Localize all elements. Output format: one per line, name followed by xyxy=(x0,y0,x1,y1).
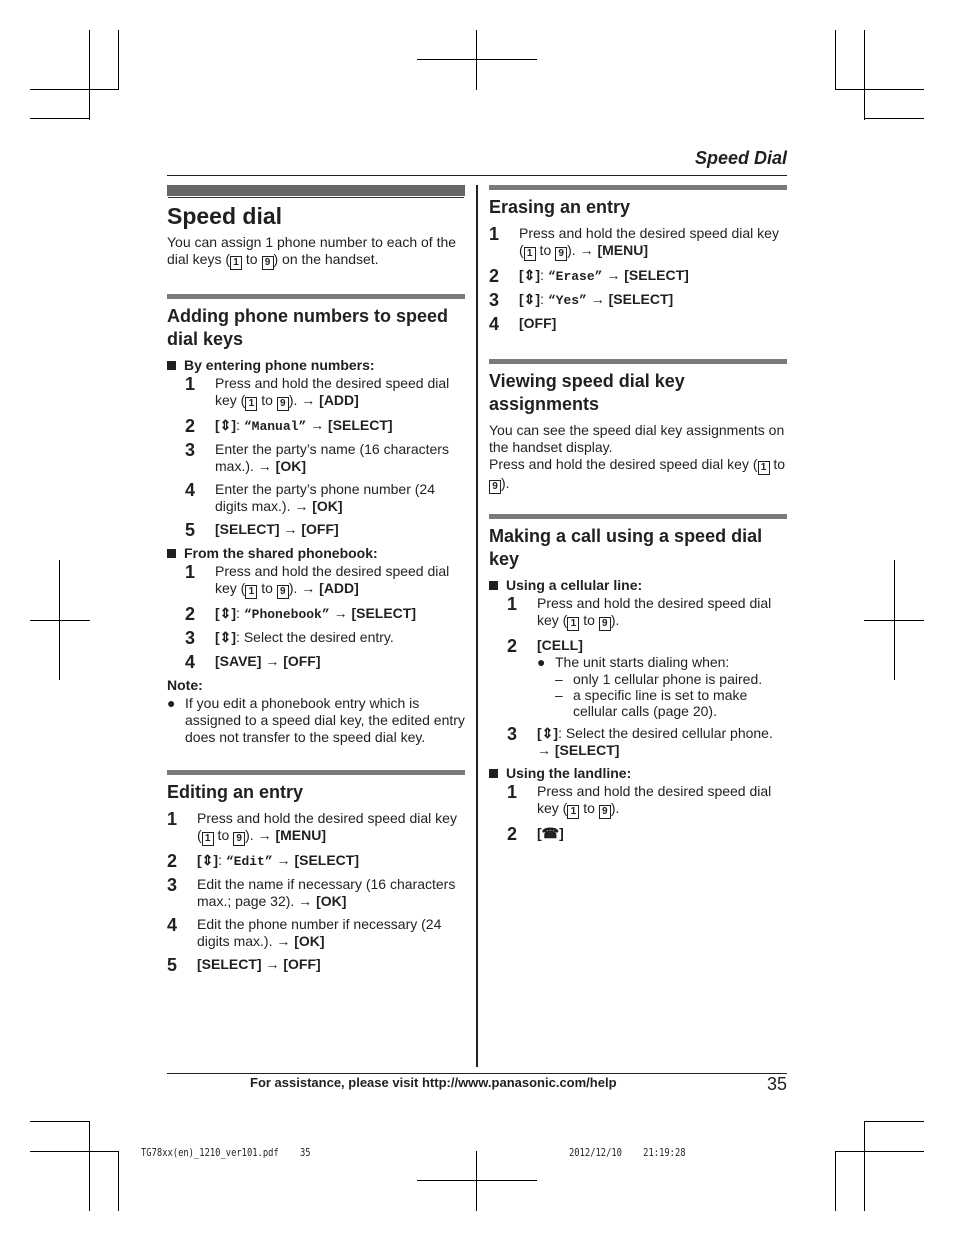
talk-key-icon: [☎] xyxy=(537,825,564,841)
crop-mark xyxy=(89,30,90,120)
crop-mark xyxy=(835,30,836,90)
section-bar xyxy=(167,294,465,299)
column-divider xyxy=(476,185,478,1067)
subheading-landline: Using the landline: xyxy=(489,765,787,781)
crop-mark xyxy=(476,30,477,90)
section-bar xyxy=(489,359,787,364)
subheading-phonebook: From the shared phonebook: xyxy=(167,545,465,561)
page-number: 35 xyxy=(766,1074,787,1094)
step: 2 [☎] xyxy=(507,824,564,844)
crop-mark xyxy=(417,1180,537,1181)
intro-text: You can assign 1 phone number to each of… xyxy=(167,234,457,270)
crop-mark xyxy=(417,59,537,60)
step: 2 [⇕]: “Edit” → [SELECT] xyxy=(167,851,359,871)
editing-heading: Editing an entry xyxy=(167,782,304,802)
step: 4 Edit the phone number if necessary (24 … xyxy=(167,915,442,949)
making-call-heading: Making a call using a speed dial key xyxy=(489,526,763,569)
step: 1 Press and hold the desired speed dial k… xyxy=(185,374,450,411)
step: 2 [⇕]: “Phonebook” → [SELECT] xyxy=(185,604,417,624)
footer-help: For assistance, please visit http://www.… xyxy=(250,1075,617,1090)
subheading-entering: By entering phone numbers: xyxy=(167,357,465,373)
section-bar xyxy=(489,514,787,519)
dash-item: – a specific line is set to make cellular… xyxy=(555,687,748,719)
crop-mark xyxy=(864,1121,865,1211)
bullet: ● The unit starts dialing when: xyxy=(537,654,730,670)
footer-rule xyxy=(167,1073,787,1074)
step: 4 [SAVE] → [OFF] xyxy=(185,652,321,672)
step: 1 Press and hold the desired speed dial k… xyxy=(507,782,772,819)
crop-mark xyxy=(30,620,90,621)
note-bullet: ● If you edit a phonebook entry which is … xyxy=(167,695,465,745)
crop-mark xyxy=(835,1151,924,1152)
step: 3 Edit the name if necessary (16 characte… xyxy=(167,875,456,909)
erasing-heading: Erasing an entry xyxy=(489,197,631,217)
step: 2 [CELL] ● The unit starts dialing when: –… xyxy=(507,637,787,719)
crop-mark xyxy=(30,89,119,90)
dash-item: – only 1 cellular phone is paired. xyxy=(555,671,763,687)
crop-mark xyxy=(30,118,89,119)
header-rule xyxy=(167,175,787,176)
step: 5 [SELECT] → [OFF] xyxy=(185,520,339,540)
step: 3 Enter the party’s name (16 characters m… xyxy=(185,440,449,474)
step: 1 Press and hold the desired speed dial k… xyxy=(185,562,450,599)
step: 1 Press and hold the desired speed dial k… xyxy=(507,594,772,631)
step: 4 [OFF] xyxy=(489,314,557,334)
slug-date: 2012/12/10 21:19:28 xyxy=(569,1146,686,1159)
step: 3 [⇕]: Select the desired cellular phone.… xyxy=(507,724,773,758)
left-column: Speed dial You can assign 1 phone number… xyxy=(167,185,465,980)
crop-mark xyxy=(864,1121,924,1122)
crop-mark xyxy=(30,1151,119,1152)
crop-mark xyxy=(118,1151,119,1211)
section-bar xyxy=(489,185,787,190)
adding-heading: Adding phone numbers to speed dial keys xyxy=(167,306,449,349)
crop-mark xyxy=(864,620,924,621)
crop-mark xyxy=(30,1121,89,1122)
step: 1 Press and hold the desired speed dial k… xyxy=(167,809,457,846)
crop-mark xyxy=(864,118,924,119)
step: 4 Enter the party’s phone number (24 digi… xyxy=(185,480,435,514)
section-bar xyxy=(167,770,465,775)
crop-mark xyxy=(835,1151,836,1211)
step: 5 [SELECT] → [OFF] xyxy=(167,955,321,975)
page-title: Speed dial xyxy=(167,203,283,229)
right-column: Erasing an entry 1 Press and hold the des… xyxy=(489,185,787,849)
step: 3 [⇕]: Select the desired entry. xyxy=(185,628,394,648)
viewing-text-2: Press and hold the desired speed dial ke… xyxy=(489,456,786,494)
step: 1 Press and hold the desired speed dial k… xyxy=(489,224,779,261)
viewing-text: You can see the speed dial key assignmen… xyxy=(489,422,785,455)
crop-mark xyxy=(476,1151,477,1211)
section-header: Speed Dial xyxy=(694,148,787,168)
slug-file: TG78xx(en)_1210_ver101.pdf 35 xyxy=(141,1146,311,1159)
note-label: Note: xyxy=(167,677,203,693)
step: 2 [⇕]: “Manual” → [SELECT] xyxy=(185,416,393,436)
step: 3 [⇕]: “Yes” → [SELECT] xyxy=(489,290,674,310)
crop-mark xyxy=(118,30,119,90)
step: 2 [⇕]: “Erase” → [SELECT] xyxy=(489,266,689,286)
title-bar xyxy=(167,185,465,197)
crop-mark xyxy=(835,89,924,90)
crop-mark xyxy=(864,30,865,120)
crop-mark xyxy=(89,1121,90,1211)
viewing-heading: Viewing speed dial key assignments xyxy=(489,371,685,414)
subheading-cellular: Using a cellular line: xyxy=(489,577,787,593)
